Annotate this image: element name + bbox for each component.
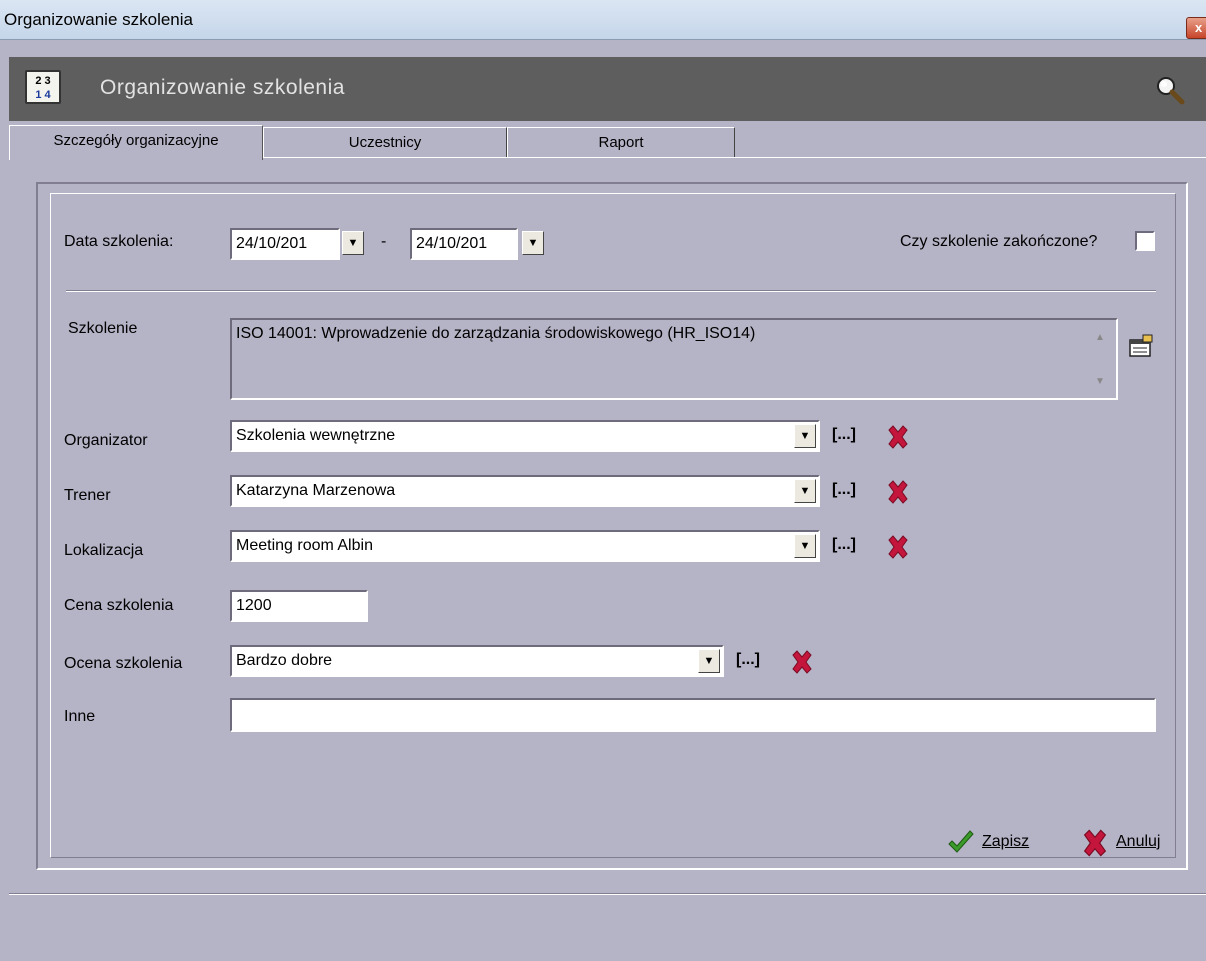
footer-divider [9,893,1206,895]
trainer-clear-icon[interactable] [885,479,911,505]
rating-select[interactable]: Bardzo dobre [230,645,724,677]
price-label: Cena szkolenia [64,597,174,614]
save-label: Zapisz [982,833,1030,850]
organizer-dropdown-icon[interactable]: ▼ [794,424,816,448]
cancel-button[interactable]: Anuluj [1080,828,1190,858]
organizer-select[interactable]: Szkolenia wewnętrzne [230,420,820,452]
date-to-dropdown-icon[interactable]: ▼ [522,231,544,255]
save-button[interactable]: Zapisz [946,828,1056,858]
search-icon[interactable] [1155,75,1185,105]
date-from-field[interactable]: 24/10/201 [230,228,340,260]
dialog-window: Organizowanie szkolenia x 2 3 1 4 Organi… [0,0,1206,961]
tab-bar: Szczegóły organizacyjne Uczestnicy Rapor… [9,125,1206,160]
window-title: Organizowanie szkolenia [4,10,193,29]
location-dropdown-icon[interactable]: ▼ [794,534,816,558]
properties-icon[interactable] [1127,332,1155,360]
check-icon [948,830,974,853]
finished-checkbox[interactable] [1135,231,1155,251]
finished-label: Czy szkolenie zakończone? [900,233,1098,250]
trainer-label: Trener [64,487,111,504]
close-icon[interactable]: x [1186,17,1206,39]
location-more-button[interactable]: [...] [832,536,856,554]
header-bar: 2 3 1 4 Organizowanie szkolenia [9,57,1206,121]
other-label: Inne [64,708,96,725]
section-divider [66,290,1156,292]
header-title: Organizowanie szkolenia [100,76,345,99]
tab-szczegoly[interactable]: Szczegóły organizacyjne [9,125,263,160]
app-icon-text-2: 1 4 [35,89,51,101]
trainer-dropdown-icon[interactable]: ▼ [794,479,816,503]
location-select[interactable]: Meeting room Albin [230,530,820,562]
title-bar[interactable]: Organizowanie szkolenia x [0,0,1206,40]
rating-more-button[interactable]: [...] [736,651,760,669]
organizer-more-button[interactable]: [...] [832,426,856,444]
trainer-select[interactable]: Katarzyna Marzenowa [230,475,820,507]
date-from-dropdown-icon[interactable]: ▼ [342,231,364,255]
tab-raport[interactable]: Raport [507,127,735,158]
training-textarea[interactable]: ISO 14001: Wprowadzenie do zarządzania ś… [230,318,1118,400]
rating-dropdown-icon[interactable]: ▼ [698,649,720,673]
calendar-app-icon: 2 3 1 4 [25,70,61,104]
inner-panel [50,193,1176,858]
scroll-up-icon[interactable]: ▲ [1095,332,1105,343]
scroll-down-icon[interactable]: ▼ [1095,376,1105,387]
date-separator: - [381,233,387,250]
date-to-field[interactable]: 24/10/201 [410,228,518,260]
cancel-x-icon [1083,829,1107,857]
date-label: Data szkolenia: [64,233,174,250]
rating-clear-icon[interactable] [789,649,815,675]
organizer-label: Organizator [64,432,148,449]
training-label: Szkolenie [68,320,138,337]
rating-label: Ocena szkolenia [64,655,183,672]
other-input[interactable] [230,698,1156,732]
location-label: Lokalizacja [64,542,144,559]
location-clear-icon[interactable] [885,534,911,560]
trainer-more-button[interactable]: [...] [832,481,856,499]
tab-uczestnicy[interactable]: Uczestnicy [263,127,507,158]
price-input[interactable]: 1200 [230,590,368,622]
cancel-label: Anuluj [1116,833,1161,850]
app-icon-text-1: 2 3 [35,75,51,87]
organizer-clear-icon[interactable] [885,424,911,450]
